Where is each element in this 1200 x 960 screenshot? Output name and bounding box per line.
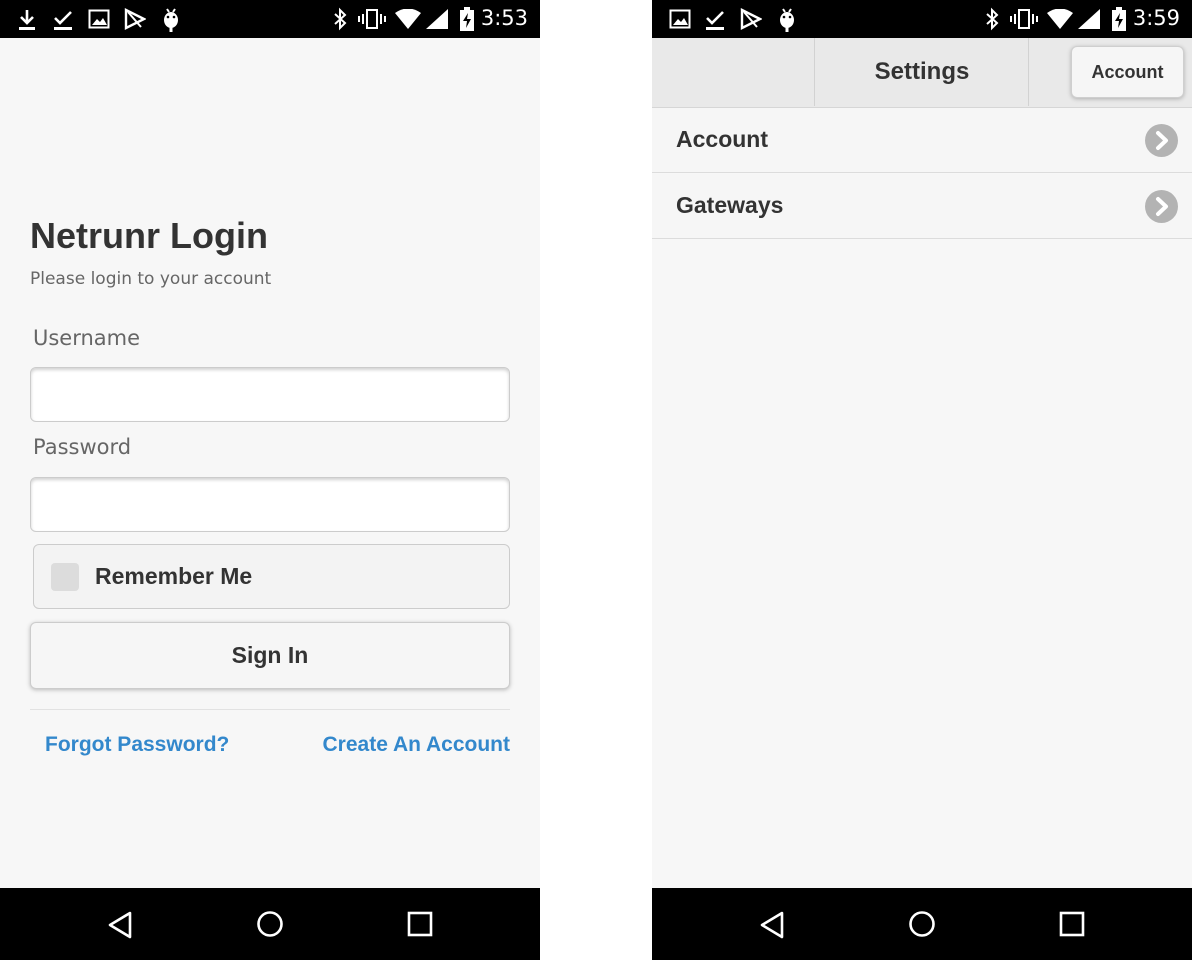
- status-time: 3:59: [1132, 6, 1180, 30]
- chevron-right-icon: [1145, 190, 1178, 223]
- forgot-password-link[interactable]: Forgot Password?: [45, 733, 229, 757]
- wifi-icon: [1047, 9, 1073, 29]
- sign-in-button[interactable]: Sign In: [30, 622, 510, 689]
- page-subtitle: Please login to your account: [30, 269, 272, 289]
- status-bar: 3:53: [0, 0, 540, 38]
- recents-icon[interactable]: [1059, 911, 1085, 937]
- image-icon: [669, 9, 691, 29]
- remember-me-checkbox[interactable]: [51, 563, 79, 591]
- account-button[interactable]: Account: [1071, 46, 1184, 98]
- create-account-link[interactable]: Create An Account: [323, 733, 510, 757]
- header-divider: [1028, 38, 1029, 106]
- header-bar: Settings Account: [652, 38, 1192, 108]
- bluetooth-icon: [986, 7, 999, 31]
- page-title: Netrunr Login: [30, 215, 268, 256]
- login-screen: 3:53 Netrunr Login Please login to your …: [0, 0, 540, 960]
- back-icon[interactable]: [106, 910, 134, 940]
- vibrate-icon: [1010, 9, 1038, 29]
- bluetooth-icon: [334, 7, 347, 31]
- download-done-icon: [706, 11, 724, 30]
- wifi-icon: [395, 9, 421, 29]
- settings-screen: 3:59 Settings Account Account Gateways: [652, 0, 1192, 960]
- password-label: Password: [33, 435, 132, 459]
- play-store-icon: [740, 8, 762, 30]
- divider: [30, 709, 510, 710]
- home-icon[interactable]: [908, 910, 936, 938]
- remember-me-label: Remember Me: [95, 563, 253, 589]
- status-time: 3:53: [480, 6, 528, 30]
- cell-signal-icon: [426, 9, 448, 29]
- battery-charging-icon: [1112, 7, 1126, 31]
- home-icon[interactable]: [256, 910, 284, 938]
- status-bar: 3:59: [652, 0, 1192, 38]
- back-icon[interactable]: [758, 910, 786, 940]
- password-input[interactable]: [30, 477, 510, 532]
- recents-icon[interactable]: [407, 911, 433, 937]
- navigation-bar: [0, 888, 540, 960]
- remember-me-toggle[interactable]: Remember Me: [33, 544, 510, 609]
- username-label: Username: [33, 326, 141, 350]
- play-store-icon: [124, 8, 146, 30]
- chevron-right-icon: [1145, 124, 1178, 157]
- username-input[interactable]: [30, 367, 510, 422]
- download-done-icon: [54, 11, 72, 30]
- android-debug-icon: [780, 8, 794, 32]
- list-item-account[interactable]: Account: [652, 108, 1192, 173]
- cell-signal-icon: [1078, 9, 1100, 29]
- android-debug-icon: [164, 8, 178, 32]
- list-item-label: Gateways: [676, 192, 784, 218]
- vibrate-icon: [358, 9, 386, 29]
- battery-charging-icon: [460, 7, 474, 31]
- image-icon: [88, 9, 110, 29]
- page-title: Settings: [874, 58, 970, 85]
- list-item-gateways[interactable]: Gateways: [652, 174, 1192, 239]
- navigation-bar: [652, 888, 1192, 960]
- list-item-label: Account: [676, 126, 768, 152]
- download-icon: [19, 10, 35, 30]
- header-divider: [814, 38, 815, 106]
